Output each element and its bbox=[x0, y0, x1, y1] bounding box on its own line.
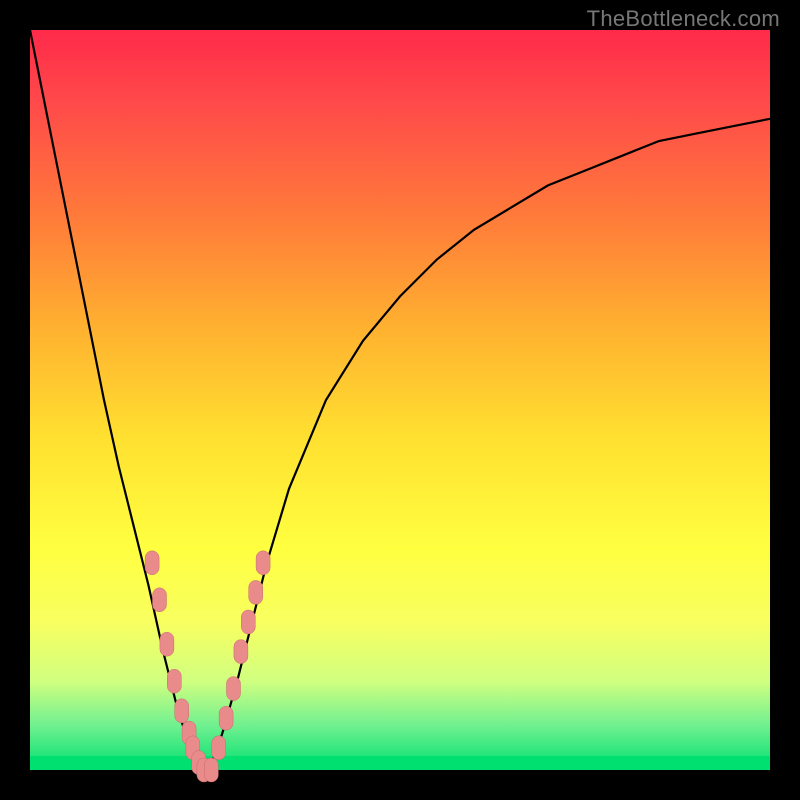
highlight-dot bbox=[212, 736, 226, 760]
highlight-dot bbox=[234, 640, 248, 664]
chart-frame: TheBottleneck.com bbox=[0, 0, 800, 800]
highlight-dot bbox=[160, 632, 174, 656]
highlight-dot bbox=[145, 551, 159, 575]
highlight-dot bbox=[249, 580, 263, 604]
highlight-dots bbox=[145, 551, 270, 782]
highlight-dot bbox=[256, 551, 270, 575]
highlight-dot bbox=[204, 758, 218, 782]
highlight-dot bbox=[219, 706, 233, 730]
bottleneck-curve bbox=[30, 30, 770, 770]
highlight-dot bbox=[167, 669, 181, 693]
highlight-dot bbox=[227, 677, 241, 701]
highlight-dot bbox=[153, 588, 167, 612]
highlight-dot bbox=[175, 699, 189, 723]
curve-layer bbox=[30, 30, 770, 770]
plot-area bbox=[30, 30, 770, 770]
highlight-dot bbox=[241, 610, 255, 634]
watermark-text: TheBottleneck.com bbox=[587, 6, 780, 32]
